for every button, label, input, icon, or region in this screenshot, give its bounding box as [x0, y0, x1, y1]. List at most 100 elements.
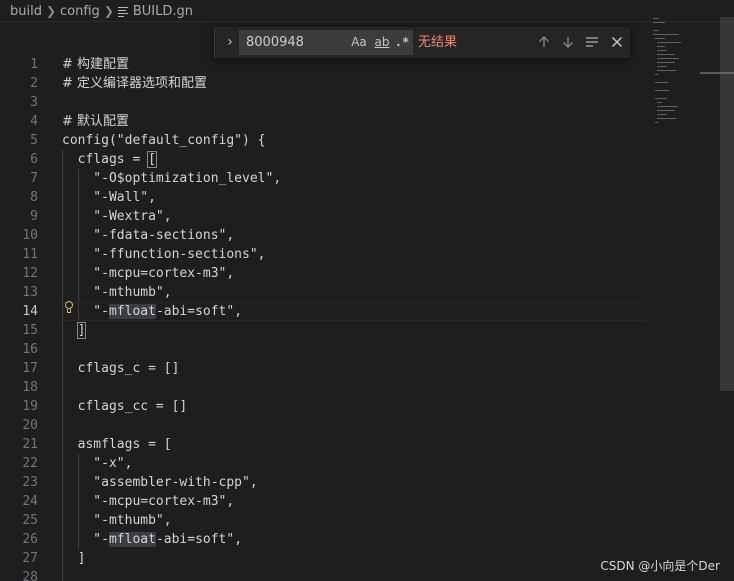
code-line[interactable]: "-mthumb",	[62, 511, 171, 530]
minimap-line	[657, 54, 675, 55]
minimap-line	[657, 106, 678, 107]
code-line[interactable]: asmflags = [	[62, 435, 172, 454]
minimap-line	[657, 42, 681, 43]
line-number: 11	[22, 247, 38, 262]
minimap-line	[655, 122, 658, 123]
code-line[interactable]: "-Wextra",	[62, 207, 171, 226]
code-line[interactable]: ]	[62, 321, 87, 340]
line-number: 17	[22, 361, 38, 376]
line-number: 2	[30, 76, 38, 91]
match-case-toggle[interactable]: Aa	[348, 33, 370, 52]
line-number: 25	[22, 513, 38, 528]
bracket-match-highlight: ]	[76, 322, 87, 339]
code-line[interactable]: # 默认配置	[62, 112, 129, 131]
regex-toggle[interactable]: .*	[392, 33, 412, 52]
line-number: 24	[22, 494, 38, 509]
code-line[interactable]: # 定义编译器选项和配置	[62, 74, 207, 93]
bracket-match-highlight: [	[147, 151, 157, 168]
code-line[interactable]: "-ffunction-sections",	[62, 245, 265, 264]
minimap[interactable]	[651, 18, 721, 148]
code-line[interactable]: "-mfloat-abi=soft",	[62, 302, 242, 321]
minimap-line	[657, 102, 662, 103]
minimap-line	[653, 18, 659, 19]
line-number: 10	[22, 228, 38, 243]
code-line[interactable]: "-mthumb",	[62, 283, 171, 302]
minimap-line	[655, 82, 668, 83]
find-widget: › 8000948 Aa ab .* 无结果	[214, 27, 630, 58]
line-number: 14	[22, 304, 38, 319]
minimap-line	[657, 50, 667, 51]
minimap-line	[655, 90, 669, 91]
code-line[interactable]: ]	[62, 549, 86, 568]
chevron-right-icon: ❯	[103, 4, 114, 18]
code-line[interactable]: cflags_c = []	[62, 359, 180, 378]
line-number: 5	[30, 133, 38, 148]
breadcrumb-item-build[interactable]: build	[10, 4, 42, 19]
code-line[interactable]: "-mcpu=cortex-m3",	[62, 492, 234, 511]
minimap-line	[657, 114, 667, 115]
line-number: 23	[22, 475, 38, 490]
arrow-up-icon[interactable]	[536, 34, 552, 50]
lightbulb-icon[interactable]	[63, 301, 75, 315]
line-number: 12	[22, 266, 38, 281]
arrow-down-icon[interactable]	[560, 34, 576, 50]
code-editor[interactable]: 1 2 3 4 5 6 7 8 9 10 11 12 13 14 15 16 17 18 19 20 21 22 23 24 2…	[0, 54, 734, 581]
line-number: 8	[30, 190, 38, 205]
line-number: 19	[22, 399, 38, 414]
line-number: 6	[30, 152, 38, 167]
minimap-line	[653, 34, 679, 35]
word-highlight: mfloat	[108, 304, 156, 319]
file-lines-icon	[117, 6, 128, 18]
line-number: 27	[22, 551, 38, 566]
code-line[interactable]: # 构建配置	[62, 55, 129, 74]
minimap-line	[657, 46, 665, 47]
line-number: 26	[22, 532, 38, 547]
breadcrumb-item-file[interactable]: BUILD.gn	[133, 4, 193, 19]
minimap-line	[657, 110, 675, 111]
chevron-right-icon: ❯	[45, 4, 57, 18]
minimap-line	[657, 70, 676, 71]
toggle-replace-chevron-icon[interactable]: ›	[223, 34, 237, 50]
breadcrumb: build ❯ config ❯ BUILD.gn	[0, 0, 734, 22]
breadcrumb-item-config[interactable]: config	[60, 4, 100, 19]
code-line[interactable]: "-x",	[62, 454, 132, 473]
line-number: 3	[30, 95, 38, 110]
vertical-scrollbar[interactable]	[720, 17, 734, 391]
line-number: 7	[30, 171, 38, 186]
line-number: 1	[30, 57, 38, 72]
whole-word-toggle[interactable]: ab	[371, 33, 393, 52]
line-number: 13	[22, 285, 38, 300]
line-number: 4	[30, 114, 38, 129]
minimap-line	[655, 38, 665, 39]
line-number: 15	[22, 323, 38, 338]
editor-window: build ❯ config ❯ BUILD.gn 1 2 3 4 5 6 7 8 9 10 11 1…	[0, 0, 734, 581]
word-highlight: mfloat	[108, 532, 156, 547]
line-number: 28	[22, 570, 38, 581]
line-number: 20	[22, 418, 38, 433]
find-input[interactable]: 8000948 Aa ab .*	[239, 30, 413, 55]
find-in-selection-icon[interactable]	[584, 34, 600, 50]
line-number: 18	[22, 380, 38, 395]
minimap-line	[653, 22, 665, 23]
find-result-status: 无结果	[418, 35, 458, 50]
code-line[interactable]: config("default_config") {	[62, 131, 266, 150]
breadcrumb-divider	[0, 21, 734, 22]
code-line[interactable]: "-O$optimization_level",	[62, 169, 281, 188]
minimap-line	[657, 58, 679, 59]
line-number: 22	[22, 456, 38, 471]
code-line[interactable]: "-mcpu=cortex-m3",	[62, 264, 234, 283]
line-number: 16	[22, 342, 38, 357]
code-line[interactable]: "-fdata-sections",	[62, 226, 234, 245]
code-line[interactable]: "assembler-with-cpp",	[62, 473, 257, 492]
minimap-line	[655, 74, 658, 75]
code-line[interactable]: cflags_cc = []	[62, 397, 188, 416]
close-icon[interactable]	[609, 34, 625, 50]
code-line[interactable]: cflags = [	[62, 150, 157, 169]
code-line[interactable]: "-Wall",	[62, 188, 156, 207]
line-number: 21	[22, 437, 38, 452]
minimap-line	[653, 30, 659, 31]
minimap-line	[657, 66, 667, 67]
minimap-line	[657, 62, 675, 63]
code-line[interactable]: "-mfloat-abi=soft",	[62, 530, 242, 549]
minimap-line	[657, 118, 676, 119]
